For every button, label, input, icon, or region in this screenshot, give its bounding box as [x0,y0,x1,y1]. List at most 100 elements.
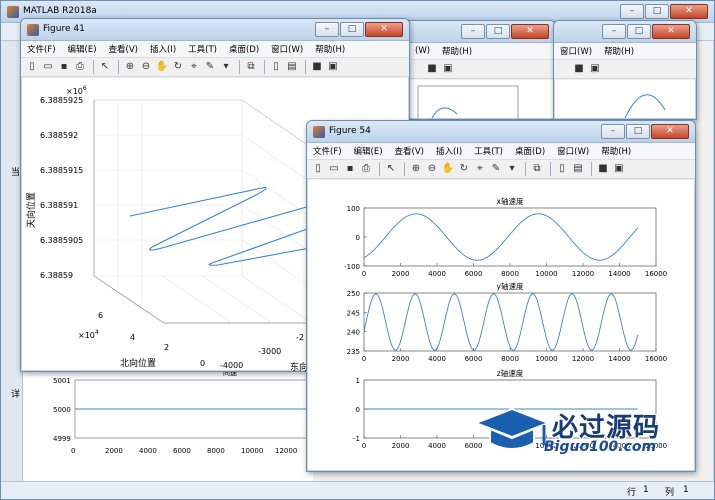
maximize-button[interactable]: □ [626,124,650,139]
toolbar-separator [239,60,240,74]
menu-window[interactable]: 窗口(W) [557,145,589,157]
link-plot-icon[interactable]: ⧉ [530,162,544,176]
x-tick-label: 0 [362,442,366,450]
x-tick-label: 16000 [645,355,667,363]
toolbar-separator [404,162,405,176]
new-file-icon[interactable]: ▯ [311,162,325,176]
zoom-in-icon[interactable]: ⊕ [409,162,423,176]
figure41-toolbar: ▯ ▭ ▪ ⎙ ↖ ⊕ ⊖ ✋ ↻ ⌖ ✎ ▾ ⧉ ▯ ▤ ■ ▣ [21,58,409,77]
brush-icon[interactable]: ✎ [203,60,217,74]
grid-icon[interactable]: ■ [425,62,439,76]
show-tools-icon[interactable]: ▣ [612,162,626,176]
subplot-title: y轴速度 [497,281,524,291]
bottom-xtick: 2000 [105,447,123,455]
maximize-button[interactable]: □ [645,4,669,19]
bottom-xtick: 6000 [173,447,191,455]
z-tick-label: 6.3885915 [40,166,83,175]
bottom-plot-area: 间速 5001 5000 4999 0 2000 4000 6000 8000 10000… [23,363,314,481]
x-tick-label: 6000 [465,270,483,278]
zoom-in-icon[interactable]: ⊕ [123,60,137,74]
z-tick-label: 6.38859 [40,271,73,280]
rotate-icon[interactable]: ↻ [171,60,185,74]
menu-view[interactable]: 查看(V) [109,43,138,55]
pan-icon[interactable]: ✋ [441,162,455,176]
link-plot-icon[interactable]: ⧉ [244,60,258,74]
panel-icon[interactable]: ▣ [441,62,455,76]
pointer-icon[interactable]: ↖ [98,60,112,74]
menu-view[interactable]: 查看(V) [395,145,424,157]
menu-tools[interactable]: 工具(T) [474,145,503,157]
toolbar-separator [305,60,306,74]
maximize-button[interactable]: □ [340,22,364,37]
show-tools-icon[interactable]: ▣ [326,60,340,74]
pointer-icon[interactable]: ↖ [384,162,398,176]
close-button[interactable]: ✕ [651,124,689,139]
menu-file[interactable]: 文件(F) [313,145,342,157]
menu-window[interactable]: 窗口(W) [560,45,592,57]
data-cursor-icon[interactable]: ⌖ [187,60,201,74]
watermark-logo: 必过源码 Biguo100.com [474,405,704,465]
minimize-button[interactable]: – [461,24,485,39]
minimize-button[interactable]: – [602,24,626,39]
close-button[interactable]: ✕ [365,22,403,37]
save-icon[interactable]: ▪ [57,60,71,74]
menu-help[interactable]: 帮助(H) [601,145,631,157]
hide-tools-icon[interactable]: ■ [596,162,610,176]
minimize-button[interactable]: – [601,124,625,139]
menu-tools[interactable]: 工具(T) [188,43,217,55]
menu-edit[interactable]: 编辑(E) [68,43,97,55]
background-figure-window-2[interactable]: – □ ✕ 窗口(W) 帮助(H) ■ ▣ [553,20,697,120]
bottom-xtick: 10000 [241,447,263,455]
menu-insert[interactable]: 插入(I) [150,43,176,55]
pan-icon[interactable]: ✋ [155,60,169,74]
hide-tools-icon[interactable]: ■ [310,60,324,74]
bg-fig2-canvas [555,80,695,119]
menu-help[interactable]: 帮助(H) [604,45,634,57]
bottom-xtick: 4000 [139,447,157,455]
close-button[interactable]: ✕ [670,4,708,19]
minimize-button[interactable]: – [315,22,339,37]
menu-desktop[interactable]: 桌面(D) [515,145,545,157]
close-button[interactable]: ✕ [511,24,549,39]
open-folder-icon[interactable]: ▭ [41,60,55,74]
menu-window[interactable]: (W) [415,46,430,56]
menu-file[interactable]: 文件(F) [27,43,56,55]
close-button[interactable]: ✕ [652,24,690,39]
x-tick-label: 12000 [572,270,594,278]
rotate-icon[interactable]: ↻ [457,162,471,176]
print-icon[interactable]: ⎙ [359,162,373,176]
colorbar-icon[interactable]: ▯ [269,60,283,74]
new-file-icon[interactable]: ▯ [25,60,39,74]
zoom-out-icon[interactable]: ⊖ [425,162,439,176]
data-cursor-icon[interactable]: ⌖ [473,162,487,176]
grid-icon[interactable]: ■ [572,62,586,76]
zoom-out-icon[interactable]: ⊖ [139,60,153,74]
legend-icon[interactable]: ▤ [285,60,299,74]
menu-edit[interactable]: 编辑(E) [354,145,383,157]
menu-desktop[interactable]: 桌面(D) [229,43,259,55]
menu-help[interactable]: 帮助(H) [315,43,345,55]
bottom-ytick: 4999 [53,435,71,443]
colorbar-icon[interactable]: ▯ [555,162,569,176]
menu-help[interactable]: 帮助(H) [442,45,472,57]
legend-icon[interactable]: ▤ [571,162,585,176]
save-icon[interactable]: ▪ [343,162,357,176]
z-tick-label: 6.388591 [40,201,78,210]
open-folder-icon[interactable]: ▭ [327,162,341,176]
brush-icon[interactable]: ✎ [489,162,503,176]
minimize-button[interactable]: – [620,4,644,19]
menu-window[interactable]: 窗口(W) [271,43,303,55]
status-row-label: 行 [627,488,637,498]
menu-insert[interactable]: 插入(I) [436,145,462,157]
maximize-button[interactable]: □ [627,24,651,39]
x-tick-label: -3000 [258,347,281,356]
dropdown-arrow-icon[interactable]: ▾ [505,162,519,176]
subplot-title: z轴速度 [497,368,524,378]
status-bar: 行 1 列 1 [1,481,714,499]
panel-icon[interactable]: ▣ [588,62,602,76]
maximize-button[interactable]: □ [486,24,510,39]
bottom-plot-svg: 间速 5001 5000 4999 0 2000 4000 6000 8000 10000… [53,369,314,455]
y-tick-label: 0 [356,406,360,414]
dropdown-arrow-icon[interactable]: ▾ [219,60,233,74]
print-icon[interactable]: ⎙ [73,60,87,74]
